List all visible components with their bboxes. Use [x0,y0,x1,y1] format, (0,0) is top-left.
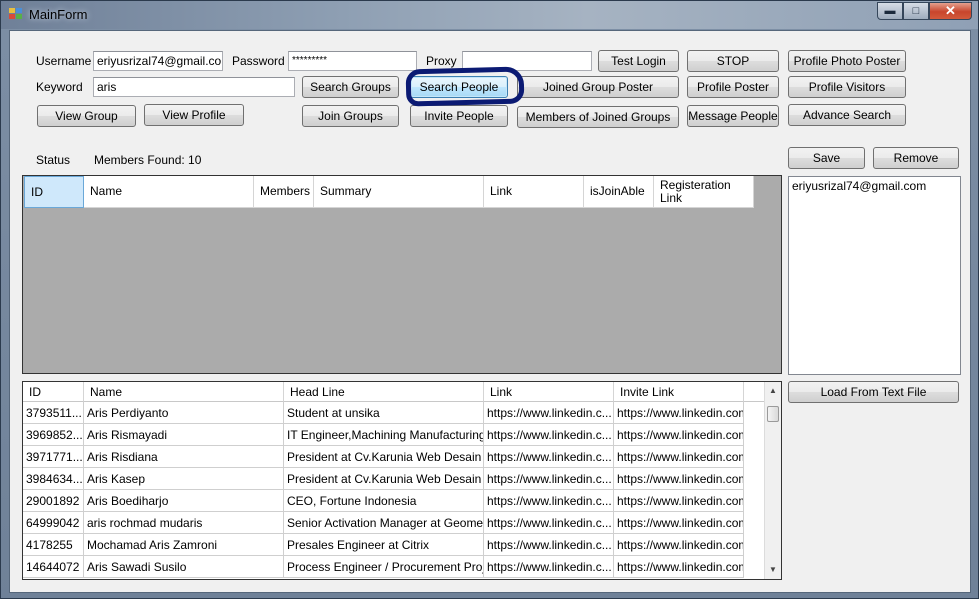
cell-name[interactable]: Aris Sawadi Susilo [84,556,284,578]
cell-link[interactable]: https://www.linkedin.c... [484,556,614,578]
people-col-name[interactable]: Name [84,382,284,402]
cell-headline[interactable]: IT Engineer,Machining Manufacturing ... [284,424,484,446]
join-groups-button[interactable]: Join Groups [302,105,399,127]
people-col-invite-link[interactable]: Invite Link [614,382,744,402]
cell-headline[interactable]: Presales Engineer at Citrix [284,534,484,556]
cell-id[interactable]: 29001892 [23,490,84,512]
main-window: MainForm ▬ □ ✕ Username eriyusrizal74@gm… [0,0,979,599]
people-col-headline[interactable]: Head Line [284,382,484,402]
cell-link[interactable]: https://www.linkedin.c... [484,512,614,534]
message-people-button[interactable]: Message People [687,105,779,127]
cell-id[interactable]: 4178255 [23,534,84,556]
cell-link[interactable]: https://www.linkedin.c... [484,534,614,556]
cell-name[interactable]: Aris Rismayadi [84,424,284,446]
groups-col-id[interactable]: ID [24,176,84,208]
members-of-joined-groups-button[interactable]: Members of Joined Groups [517,106,679,128]
profile-visitors-button[interactable]: Profile Visitors [788,76,906,98]
test-login-button[interactable]: Test Login [598,50,679,72]
groups-col-link[interactable]: Link [484,176,584,208]
joined-group-poster-button[interactable]: Joined Group Poster [517,76,679,98]
cell-headline[interactable]: CEO, Fortune Indonesia [284,490,484,512]
cell-headline[interactable]: President at Cv.Karunia Web Desain [284,468,484,490]
view-group-button[interactable]: View Group [37,105,136,127]
scroll-up-icon[interactable]: ▲ [765,383,781,399]
cell-id[interactable]: 64999042 [23,512,84,534]
cell-invite-link[interactable]: https://www.linkedin.com [614,424,744,446]
accounts-listbox[interactable]: eriyusrizal74@gmail.com [788,176,961,375]
cell-headline[interactable]: Student at unsika [284,402,484,424]
people-grid[interactable]: ID Name Head Line Link Invite Link 37935… [22,381,782,580]
cell-name[interactable]: Aris Boediharjo [84,490,284,512]
username-label: Username [36,54,92,68]
cell-name[interactable]: Aris Perdiyanto [84,402,284,424]
cell-invite-link[interactable]: https://www.linkedin.com [614,446,744,468]
people-header-filler [744,382,766,402]
close-icon[interactable]: ✕ [929,2,972,20]
search-people-button[interactable]: Search People [410,76,508,98]
groups-col-summary[interactable]: Summary [314,176,484,208]
scroll-down-icon[interactable]: ▼ [765,562,781,578]
groups-grid[interactable]: ID Name Members Summary Link isJoinAble … [22,175,782,374]
stop-button[interactable]: STOP [687,50,779,72]
window-title: MainForm [29,7,88,22]
cell-headline[interactable]: Process Engineer / Procurement Proje... [284,556,484,578]
title-bar[interactable]: MainForm ▬ □ ✕ [1,1,978,29]
members-found-status: Members Found: 10 [94,153,202,167]
app-icon [9,8,23,20]
remove-button[interactable]: Remove [873,147,959,169]
groups-col-isjoinable[interactable]: isJoinAble [584,176,654,208]
password-label: Password [232,54,285,68]
password-input[interactable]: ********* [288,51,417,71]
cell-invite-link[interactable]: https://www.linkedin.com [614,468,744,490]
status-label: Status [36,153,71,167]
cell-invite-link[interactable]: https://www.linkedin.com [614,556,744,578]
cell-id[interactable]: 3984634... [23,468,84,490]
people-grid-scrollbar[interactable]: ▲ ▼ [764,382,781,579]
cell-id[interactable]: 3793511... [23,402,84,424]
people-col-link[interactable]: Link [484,382,614,402]
form-client-area: Username eriyusrizal74@gmail.com Passwor… [9,30,971,593]
cell-name[interactable]: aris rochmad mudaris [84,512,284,534]
save-button[interactable]: Save [788,147,865,169]
maximize-icon[interactable]: □ [903,2,929,20]
profile-photo-poster-button[interactable]: Profile Photo Poster [788,50,906,72]
cell-name[interactable]: Aris Risdiana [84,446,284,468]
cell-name[interactable]: Aris Kasep [84,468,284,490]
cell-id[interactable]: 3971771... [23,446,84,468]
cell-invite-link[interactable]: https://www.linkedin.com [614,534,744,556]
load-from-text-file-button[interactable]: Load From Text File [788,381,959,403]
account-item[interactable]: eriyusrizal74@gmail.com [792,179,957,193]
username-input[interactable]: eriyusrizal74@gmail.com [93,51,223,71]
proxy-label: Proxy [426,54,457,68]
scroll-thumb[interactable] [767,406,779,422]
cell-link[interactable]: https://www.linkedin.c... [484,402,614,424]
cell-name[interactable]: Mochamad Aris Zamroni [84,534,284,556]
groups-col-members[interactable]: Members [254,176,314,208]
advance-search-button[interactable]: Advance Search [788,104,906,126]
keyword-label: Keyword [36,80,83,94]
profile-poster-button[interactable]: Profile Poster [687,76,779,98]
cell-link[interactable]: https://www.linkedin.c... [484,424,614,446]
cell-headline[interactable]: Senior Activation Manager at Geometr... [284,512,484,534]
search-groups-button[interactable]: Search Groups [302,76,399,98]
cell-link[interactable]: https://www.linkedin.c... [484,490,614,512]
people-col-id[interactable]: ID [23,382,84,402]
cell-link[interactable]: https://www.linkedin.c... [484,446,614,468]
cell-link[interactable]: https://www.linkedin.c... [484,468,614,490]
cell-headline[interactable]: President at Cv.Karunia Web Desain [284,446,484,468]
window-controls: ▬ □ ✕ [877,2,972,21]
minimize-icon[interactable]: ▬ [877,2,903,20]
proxy-input[interactable] [462,51,592,71]
cell-invite-link[interactable]: https://www.linkedin.com [614,490,744,512]
cell-invite-link[interactable]: https://www.linkedin.com [614,512,744,534]
cell-invite-link[interactable]: https://www.linkedin.com [614,402,744,424]
groups-col-name[interactable]: Name [84,176,254,208]
groups-col-registration-link[interactable]: Registeration Link [654,176,754,208]
cell-id[interactable]: 3969852... [23,424,84,446]
invite-people-button[interactable]: Invite People [410,105,508,127]
cell-id[interactable]: 14644072 [23,556,84,578]
view-profile-button[interactable]: View Profile [144,104,244,126]
keyword-input[interactable]: aris [93,77,295,97]
